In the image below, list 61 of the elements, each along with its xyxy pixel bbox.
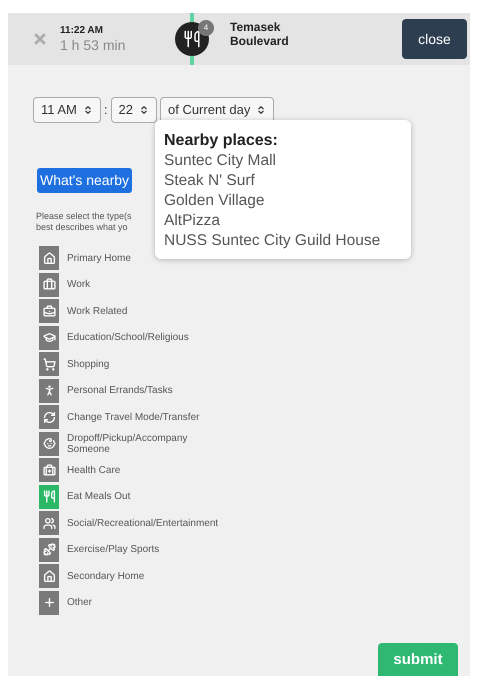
close-button[interactable]: close <box>402 19 467 59</box>
nearby-place[interactable]: NUSS Suntec City Guild House <box>164 231 402 251</box>
category-icon-tile[interactable] <box>39 484 59 509</box>
trip-duration: 1 h 53 min <box>60 38 126 52</box>
category-icon-tile[interactable] <box>39 405 59 430</box>
medical-kit-icon <box>42 464 56 477</box>
fork-knife-icon <box>183 30 201 48</box>
category-label[interactable]: Exercise/Play Sports <box>67 544 225 556</box>
category-icon-tile[interactable] <box>39 378 59 403</box>
briefcase-icon <box>42 278 56 292</box>
house-icon <box>42 252 56 265</box>
category-label[interactable]: Social/Recreational/Entertainment <box>67 518 225 529</box>
category-label[interactable]: Work Related <box>67 306 225 317</box>
up-down-arrows-icon <box>138 104 149 116</box>
category-label[interactable]: Shopping <box>67 358 225 370</box>
category-label[interactable]: Change Travel Mode/Transfer <box>67 412 225 423</box>
category-icon-tile[interactable] <box>39 272 59 297</box>
time-separator: : <box>104 101 108 120</box>
place-name: Temasek <box>230 20 282 34</box>
instruction-text: best describes what yo <box>36 222 128 233</box>
category-label[interactable]: Personal Errands/Tasks <box>67 385 225 396</box>
shopping-cart-icon <box>42 358 56 371</box>
house-icon <box>42 570 56 583</box>
up-down-arrows-icon <box>82 104 93 116</box>
category-icon-tile[interactable] <box>39 299 59 324</box>
refresh-icon <box>42 410 56 424</box>
category-icon-tile[interactable] <box>39 432 59 456</box>
category-icon-tile[interactable] <box>39 564 59 588</box>
category-label[interactable]: Work <box>67 279 225 290</box>
category-icon-tile[interactable] <box>39 352 59 376</box>
category-label[interactable]: Eat Meals Out <box>67 491 225 502</box>
instruction-text: Please select the type(s <box>36 211 132 222</box>
trip-time: 11:22 AM <box>60 26 104 36</box>
place-name: Boulevard <box>230 34 289 48</box>
category-label[interactable]: Health Care <box>67 464 225 476</box>
stop-count-badge: 4 <box>198 20 214 36</box>
category-icon-tile[interactable] <box>39 458 59 482</box>
category-icon-tile[interactable] <box>39 246 59 270</box>
popover-title: Nearby places: <box>164 131 279 151</box>
briefcase-icon <box>42 304 56 318</box>
category-icon-tile[interactable] <box>39 590 59 615</box>
nearby-place[interactable]: Suntec City Mall <box>164 151 402 171</box>
dumbbell-icon <box>42 543 56 556</box>
fork-knife-icon <box>42 490 56 504</box>
graduation-cap-icon <box>42 331 56 344</box>
time-select[interactable]: 22 <box>110 97 157 123</box>
people-icon <box>42 516 56 530</box>
nearby-place[interactable]: Golden Village <box>164 191 402 211</box>
category-icon-tile[interactable] <box>39 326 59 350</box>
time-select[interactable]: 11 AM <box>33 97 101 123</box>
category-label[interactable]: Other <box>67 597 225 608</box>
plus-icon <box>42 596 56 610</box>
whats-nearby-button[interactable]: What's nearby <box>37 168 132 193</box>
nearby-place[interactable]: AltPizza <box>164 211 402 231</box>
category-icon-tile[interactable] <box>39 511 59 536</box>
category-icon-tile[interactable] <box>39 538 59 562</box>
category-label[interactable]: Dropoff/Pickup/Accompany Someone <box>67 432 225 455</box>
category-label[interactable]: Secondary Home <box>67 570 225 582</box>
category-label[interactable]: Education/School/Religious <box>67 332 225 344</box>
nearby-place[interactable]: Steak N' Surf <box>164 171 402 191</box>
up-down-arrows-icon <box>256 104 266 116</box>
